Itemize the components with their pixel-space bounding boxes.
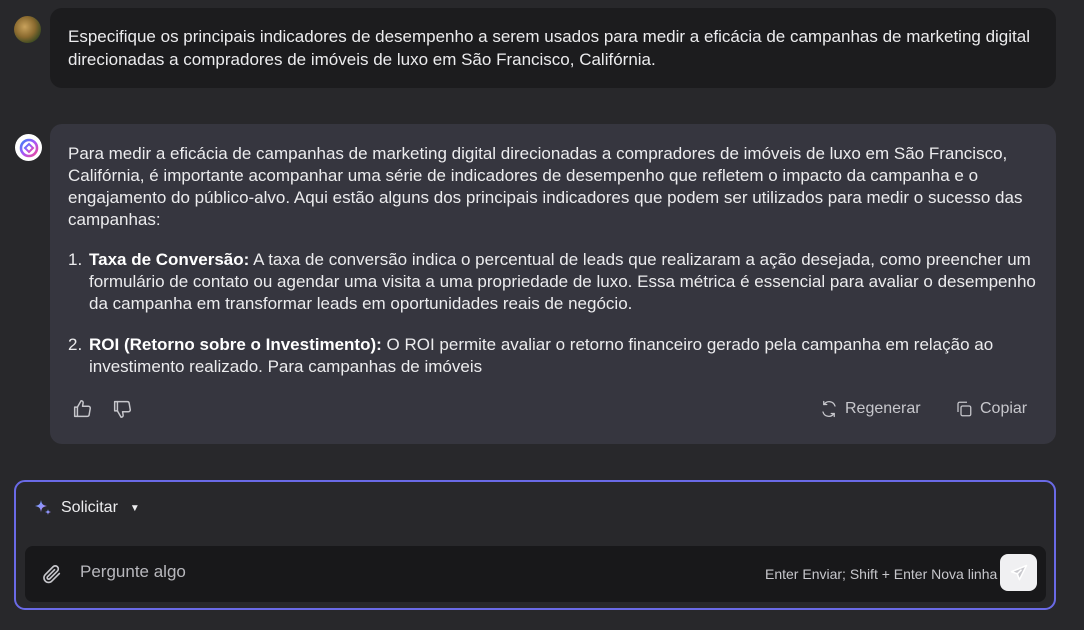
- send-icon: [1010, 564, 1027, 580]
- regenerate-button[interactable]: Regenerar: [820, 398, 921, 420]
- input-row: Enter Enviar; Shift + Enter Nova linha: [25, 546, 1046, 602]
- regenerate-label: Regenerar: [845, 400, 921, 417]
- mode-selector[interactable]: Solicitar ▼: [33, 498, 140, 518]
- sparkle-icon: [35, 500, 51, 515]
- send-button[interactable]: [1000, 554, 1037, 591]
- keyboard-hint: Enter Enviar; Shift + Enter Nova linha: [765, 566, 998, 582]
- assistant-avatar: [15, 134, 42, 161]
- list-item-title: Taxa de Conversão:: [89, 250, 250, 269]
- prompt-input[interactable]: [80, 558, 680, 586]
- assistant-logo-icon: [19, 138, 38, 157]
- indicator-list: 1. Taxa de Conversão: A taxa de conversão…: [68, 249, 1038, 378]
- chat-window: Especifique os principais indicadores de…: [0, 0, 1084, 630]
- list-item: 1. Taxa de Conversão: A taxa de conversão…: [68, 249, 1038, 315]
- refresh-icon: [822, 400, 836, 418]
- copy-icon: [957, 401, 972, 417]
- assistant-intro: Para medir a eficácia de campanhas de ma…: [68, 144, 1023, 229]
- paperclip-icon[interactable]: [41, 562, 63, 586]
- list-item-number: 2.: [68, 335, 83, 354]
- thumbs-down-icon[interactable]: [111, 398, 133, 420]
- thumbs-up-icon[interactable]: [71, 398, 93, 420]
- message-actions: Regenerar Copiar: [50, 398, 1056, 426]
- mode-label: Solicitar: [61, 499, 118, 516]
- assistant-message: Para medir a eficácia de campanhas de ma…: [50, 124, 1056, 444]
- user-message-text: Especifique os principais indicadores de…: [68, 27, 1030, 69]
- composer: Solicitar ▼ Enter Enviar; Shift + Enter …: [14, 480, 1056, 610]
- user-message: Especifique os principais indicadores de…: [50, 8, 1056, 88]
- list-item-title: ROI (Retorno sobre o Investimento):: [89, 335, 382, 354]
- list-item: 2. ROI (Retorno sobre o Investimento): O …: [68, 334, 1038, 378]
- list-item-number: 1.: [68, 250, 83, 269]
- copy-label: Copiar: [980, 400, 1028, 417]
- user-avatar: [14, 16, 41, 43]
- caret-down-icon: ▼: [129, 502, 140, 514]
- copy-button[interactable]: Copiar: [955, 398, 1027, 420]
